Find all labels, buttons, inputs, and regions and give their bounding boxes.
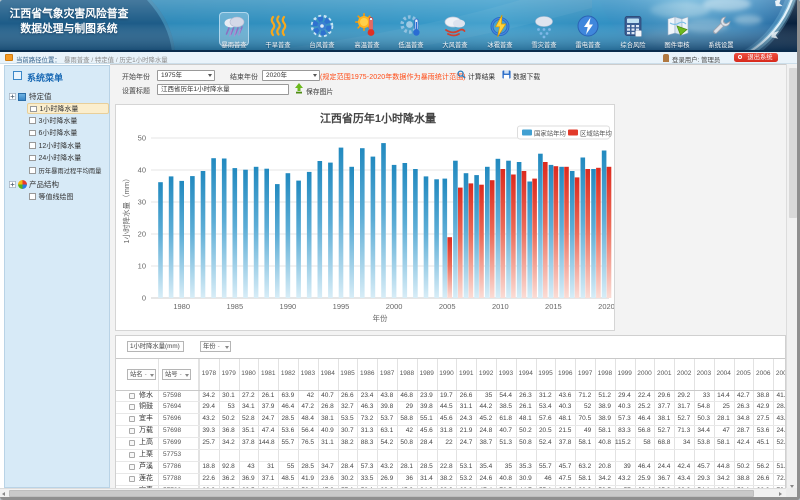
svg-text:1小时降水量（mm）: 1小时降水量（mm）: [121, 174, 131, 243]
svg-text:0: 0: [142, 294, 146, 303]
svg-text:国家站年均: 国家站年均: [534, 129, 566, 138]
svg-text:2020: 2020: [598, 302, 614, 311]
svg-text:2015: 2015: [545, 302, 562, 311]
svg-text:20: 20: [138, 230, 146, 239]
svg-text:10: 10: [138, 262, 146, 271]
svg-text:2005: 2005: [439, 302, 456, 311]
svg-text:40: 40: [138, 166, 146, 175]
svg-text:1985: 1985: [226, 302, 243, 311]
svg-text:1980: 1980: [173, 302, 190, 311]
svg-text:1995: 1995: [333, 302, 350, 311]
svg-text:区域站年均: 区域站年均: [580, 129, 612, 138]
svg-text:50: 50: [138, 134, 146, 143]
svg-text:年份: 年份: [373, 313, 388, 323]
svg-text:江西省历年1小时降水量: 江西省历年1小时降水量: [320, 111, 436, 125]
svg-text:30: 30: [138, 198, 146, 207]
svg-text:1990: 1990: [280, 302, 297, 311]
svg-text:2000: 2000: [386, 302, 403, 311]
svg-text:2010: 2010: [492, 302, 509, 311]
